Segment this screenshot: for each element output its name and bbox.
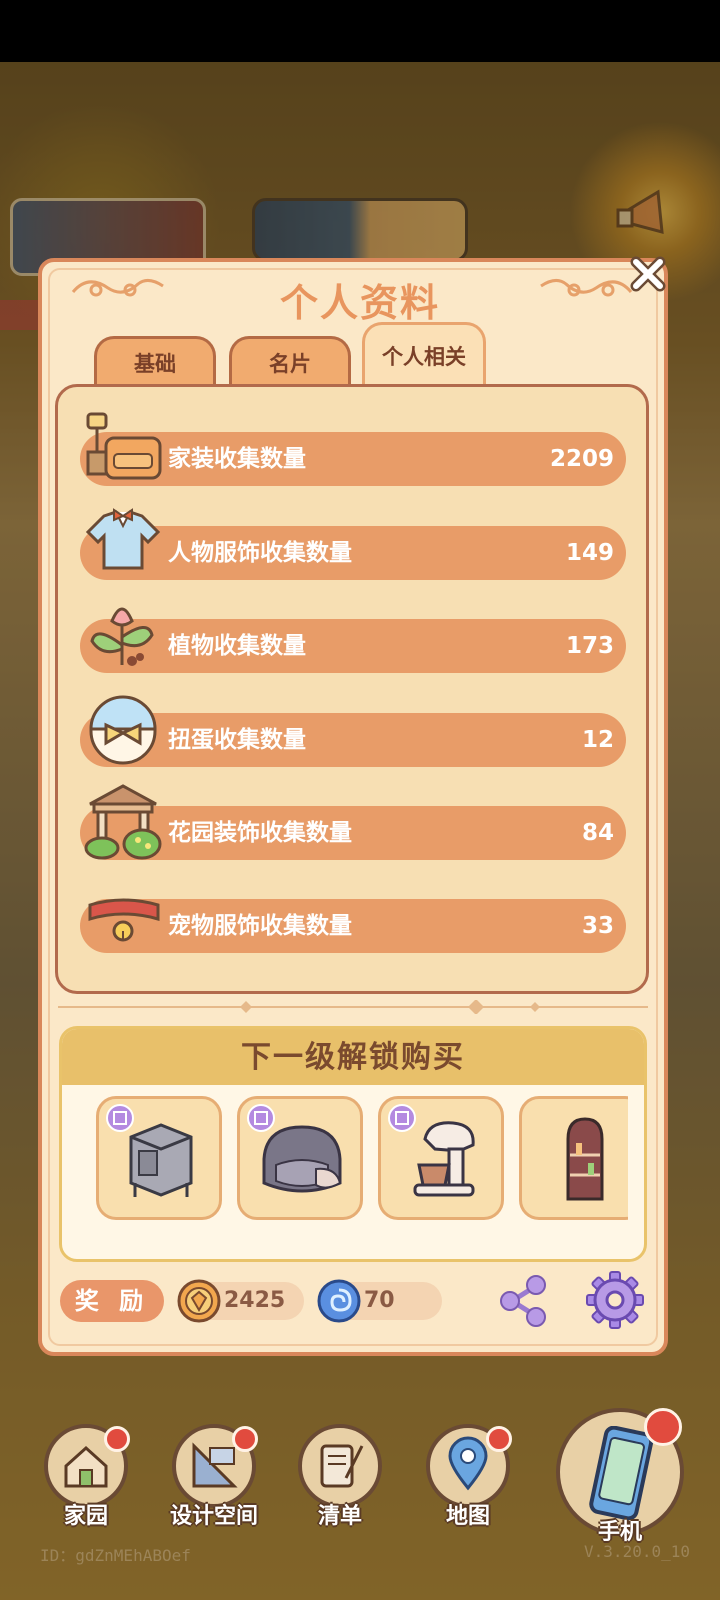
pet-collar-icon bbox=[88, 898, 160, 942]
gear-icon[interactable] bbox=[586, 1270, 644, 1330]
stat-row-gacha: 扭蛋收集数量 12 bbox=[80, 695, 626, 767]
stand-mixer-icon bbox=[413, 1121, 475, 1197]
notification-dot bbox=[644, 1408, 682, 1446]
stat-label: 人物服饰收集数量 bbox=[168, 540, 352, 566]
nav-label: 清单 bbox=[317, 1504, 362, 1529]
tab-card[interactable]: 名片 bbox=[229, 336, 351, 386]
unlock-item-list[interactable] bbox=[94, 1094, 628, 1226]
set-square-ruler-icon bbox=[192, 1442, 238, 1488]
stat-label: 植物收集数量 bbox=[168, 633, 306, 659]
unlock-item-card[interactable] bbox=[378, 1096, 504, 1220]
status-bar bbox=[0, 0, 720, 62]
stat-row-pet-outfit: 宠物服饰收集数量 33 bbox=[80, 898, 626, 953]
stat-label: 家装收集数量 bbox=[168, 446, 306, 472]
gazebo-icon bbox=[84, 784, 162, 860]
unlock-title: 下一级解锁购买 bbox=[62, 1029, 644, 1085]
scroll-quill-icon bbox=[320, 1444, 364, 1488]
stat-label: 扭蛋收集数量 bbox=[168, 727, 306, 753]
notification-dot bbox=[232, 1426, 258, 1452]
house-icon bbox=[64, 1445, 108, 1488]
stat-value: 12 bbox=[581, 727, 614, 753]
coin-counter: 2425 bbox=[177, 1279, 304, 1323]
section-divider bbox=[58, 1000, 648, 1014]
nav-label: 家园 bbox=[63, 1504, 108, 1529]
stat-value: 173 bbox=[565, 633, 614, 659]
flower-sprout-icon bbox=[90, 607, 154, 666]
coin-icon bbox=[177, 1279, 221, 1323]
coin-amount: 2425 bbox=[224, 1288, 286, 1313]
smartphone-icon bbox=[589, 1426, 654, 1521]
nav-label: 地图 bbox=[445, 1504, 490, 1529]
tab-personal-related[interactable]: 个人相关 bbox=[362, 322, 486, 386]
swirl-gem-icon bbox=[317, 1279, 361, 1323]
dialog-title: 个人资料 bbox=[279, 281, 440, 325]
appliance-cabinet-icon bbox=[129, 1123, 193, 1197]
stat-row-plants: 植物收集数量 173 bbox=[80, 607, 626, 673]
stat-label: 花园装饰收集数量 bbox=[168, 820, 352, 846]
close-icon[interactable] bbox=[628, 254, 668, 294]
reward-button[interactable]: 奖 励 bbox=[60, 1280, 164, 1322]
tab-basic[interactable]: 基础 bbox=[94, 336, 216, 386]
stat-value: 33 bbox=[581, 913, 614, 939]
gem-amount: 70 bbox=[364, 1288, 395, 1313]
shirt-icon bbox=[85, 508, 161, 570]
player-id: ID：gdZnMEhABOef bbox=[40, 1546, 191, 1565]
nav-phone[interactable]: 手机 bbox=[556, 1408, 688, 1548]
arched-shelf-icon bbox=[566, 1117, 604, 1201]
share-icon[interactable] bbox=[498, 1274, 548, 1328]
unlock-item-card[interactable] bbox=[237, 1096, 363, 1220]
unlock-item-card[interactable] bbox=[519, 1096, 628, 1220]
stat-row-character-outfit: 人物服饰收集数量 149 bbox=[80, 508, 626, 580]
stat-value: 2209 bbox=[549, 446, 614, 472]
capsule-egg-icon bbox=[89, 695, 157, 765]
stat-value: 149 bbox=[565, 540, 614, 566]
nav-home[interactable]: 家园 bbox=[38, 1424, 134, 1534]
app-version: V.3.20.0_10 bbox=[584, 1542, 690, 1561]
notification-dot bbox=[104, 1426, 130, 1452]
notification-dot bbox=[486, 1426, 512, 1452]
nav-design-space[interactable]: 设计空间 bbox=[166, 1424, 262, 1534]
sofa-lamp-icon bbox=[86, 412, 162, 480]
stat-label: 宠物服饰收集数量 bbox=[168, 913, 352, 939]
stat-value: 84 bbox=[581, 820, 614, 846]
stat-row-garden-decor: 花园装饰收集数量 84 bbox=[80, 784, 626, 860]
nav-label: 设计空间 bbox=[169, 1504, 258, 1529]
map-pin-icon bbox=[448, 1436, 488, 1491]
gem-counter: 70 bbox=[317, 1279, 442, 1323]
nav-list[interactable]: 清单 bbox=[292, 1424, 388, 1534]
stat-row-furniture: 家装收集数量 2209 bbox=[80, 412, 626, 486]
armchair-icon bbox=[262, 1125, 342, 1193]
unlock-item-card[interactable] bbox=[96, 1096, 222, 1220]
nav-map[interactable]: 地图 bbox=[420, 1424, 516, 1534]
